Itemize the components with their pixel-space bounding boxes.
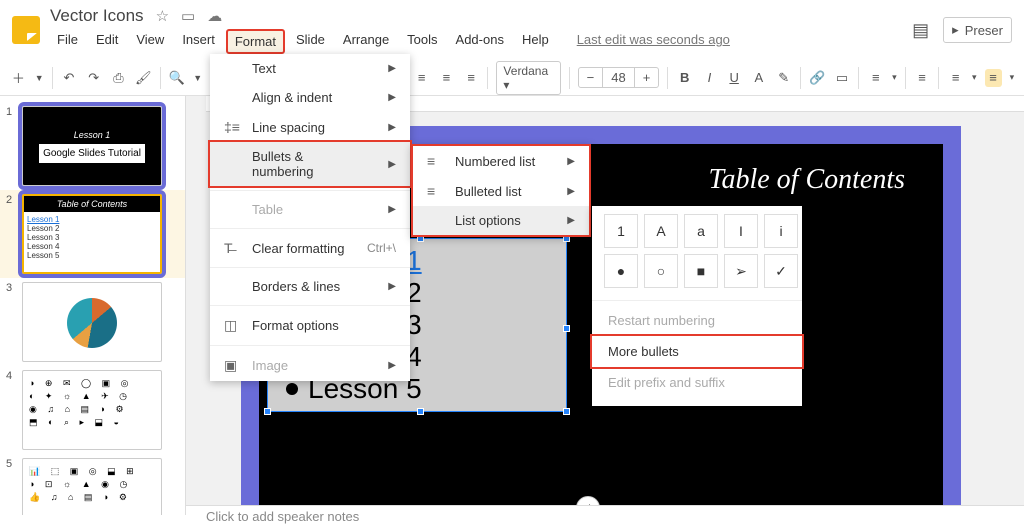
- highlight-button[interactable]: ✎: [775, 69, 792, 87]
- star-icon[interactable]: ☆: [156, 7, 169, 25]
- print-button[interactable]: ⎙: [110, 69, 127, 87]
- format-text[interactable]: Text▶: [210, 54, 410, 83]
- format-line-spacing[interactable]: ‡≡Line spacing▶: [210, 112, 410, 142]
- zoom-button[interactable]: 🔍: [169, 69, 186, 87]
- format-dropdown: Text▶ Align & indent▶ ‡≡Line spacing▶ Bu…: [210, 54, 410, 381]
- comments-icon[interactable]: ▤: [912, 20, 929, 41]
- present-button[interactable]: ▸ Preser: [943, 17, 1012, 43]
- bullets-submenu: ≡Numbered list▶ ≡Bulleted list▶ List opt…: [411, 144, 591, 237]
- format-clear[interactable]: T̶Clear formattingCtrl+\: [210, 233, 410, 263]
- menu-help[interactable]: Help: [515, 29, 556, 54]
- paint-format-button[interactable]: 🖌: [135, 69, 152, 87]
- submenu-bulleted[interactable]: ≡Bulleted list▶: [413, 176, 589, 206]
- preset-i[interactable]: i: [764, 214, 798, 248]
- redo-button[interactable]: ↷: [85, 69, 102, 87]
- submenu-list-options[interactable]: List options▶: [413, 206, 589, 235]
- underline-button[interactable]: U: [726, 69, 743, 87]
- preset-I[interactable]: I: [724, 214, 758, 248]
- font-size-stepper[interactable]: − 48 +: [578, 67, 660, 88]
- menu-slide[interactable]: Slide: [289, 29, 332, 54]
- edit-prefix-suffix: Edit prefix and suffix: [592, 367, 802, 398]
- bulleted-list-button[interactable]: ≡: [985, 69, 1002, 87]
- restart-numbering: Restart numbering: [592, 305, 802, 336]
- preset-A[interactable]: A: [644, 214, 678, 248]
- format-borders[interactable]: Borders & lines▶: [210, 272, 410, 301]
- bold-button[interactable]: B: [676, 69, 693, 87]
- cloud-icon[interactable]: ☁: [207, 7, 222, 25]
- thumbnail-2[interactable]: Table of Contents Lesson 1 Lesson 2 Less…: [22, 194, 162, 274]
- format-options[interactable]: ◫Format options: [210, 310, 410, 341]
- preset-circle[interactable]: ○: [644, 254, 678, 288]
- preset-check[interactable]: ✓: [764, 254, 798, 288]
- thumbnail-panel: 1 Lesson 1 Google Slides Tutorial 2 Tabl…: [0, 96, 186, 515]
- toolbar: ＋▼ ↶ ↷ ⎙ 🖌 🔍▼ ≡ ≡ ≡ Verdana ▾ − 48 + B I…: [0, 60, 1024, 96]
- new-slide-button[interactable]: ＋: [10, 69, 27, 87]
- numbered-list-button[interactable]: ≡: [947, 69, 964, 87]
- last-edit[interactable]: Last edit was seconds ago: [570, 29, 737, 54]
- more-bullets[interactable]: More bullets: [592, 336, 802, 367]
- menu-format[interactable]: Format: [226, 29, 285, 54]
- chevron-down-icon[interactable]: ▼: [35, 73, 44, 83]
- menu-bar: File Edit View Insert Format Slide Arran…: [50, 29, 902, 54]
- thumbnail-3[interactable]: [22, 282, 162, 362]
- decrease-font[interactable]: −: [579, 68, 604, 87]
- link-button[interactable]: 🔗: [809, 69, 826, 87]
- preset-a[interactable]: a: [684, 214, 718, 248]
- undo-button[interactable]: ↶: [61, 69, 78, 87]
- doc-title[interactable]: Vector Icons: [50, 6, 144, 26]
- thumbnail-1[interactable]: Lesson 1 Google Slides Tutorial: [22, 106, 162, 186]
- preset-square[interactable]: ■: [684, 254, 718, 288]
- menu-edit[interactable]: Edit: [89, 29, 125, 54]
- menu-addons[interactable]: Add-ons: [449, 29, 511, 54]
- list-options-popout: 1 A a I i ● ○ ■ ➢ ✓ Restart numbering Mo…: [592, 206, 802, 406]
- submenu-numbered[interactable]: ≡Numbered list▶: [413, 146, 589, 176]
- format-align[interactable]: Align & indent▶: [210, 83, 410, 112]
- align-left-icon[interactable]: ≡: [413, 69, 430, 87]
- font-select[interactable]: Verdana ▾: [496, 61, 560, 95]
- speaker-notes[interactable]: Click to add speaker notes: [186, 505, 1024, 529]
- menu-arrange[interactable]: Arrange: [336, 29, 396, 54]
- italic-button[interactable]: I: [701, 69, 718, 87]
- line-spacing-button[interactable]: ≡: [914, 69, 931, 87]
- align-button[interactable]: ≡: [867, 69, 884, 87]
- align-right-icon[interactable]: ≡: [463, 69, 480, 87]
- align-center-icon[interactable]: ≡: [438, 69, 455, 87]
- menu-insert[interactable]: Insert: [175, 29, 222, 54]
- menu-tools[interactable]: Tools: [400, 29, 444, 54]
- text-color-button[interactable]: A: [751, 69, 768, 87]
- move-icon[interactable]: ▭: [181, 7, 195, 25]
- header: Vector Icons ☆ ▭ ☁ File Edit View Insert…: [0, 0, 1024, 60]
- thumbnail-4[interactable]: ◑ ⊕ ✉ ◯ ▣ ◎◐ ✦ ☼ ▲ ✈ ◷◉ ♫ ⌂ ▤ ◑ ⚙⬒ ◐ ⌕ ▸…: [22, 370, 162, 450]
- format-bullets[interactable]: Bullets & numbering▶: [210, 142, 410, 186]
- preset-1[interactable]: 1: [604, 214, 638, 248]
- slides-logo: [12, 16, 40, 44]
- play-icon: ▸: [952, 22, 959, 38]
- increase-font[interactable]: +: [635, 68, 659, 87]
- format-table: Table▶: [210, 195, 410, 224]
- menu-view[interactable]: View: [129, 29, 171, 54]
- preset-arrow[interactable]: ➢: [724, 254, 758, 288]
- comment-button[interactable]: ▭: [834, 69, 851, 87]
- format-image: ▣Image▶: [210, 350, 410, 381]
- menu-file[interactable]: File: [50, 29, 85, 54]
- thumbnail-5[interactable]: 📊 ⬚ ▣ ◎ ⬓ ⊞◑ ⊡ ☼ ▲ ◉ ◷👍 ♫ ⌂ ▤ ◑ ⚙: [22, 458, 162, 515]
- preset-disc[interactable]: ●: [604, 254, 638, 288]
